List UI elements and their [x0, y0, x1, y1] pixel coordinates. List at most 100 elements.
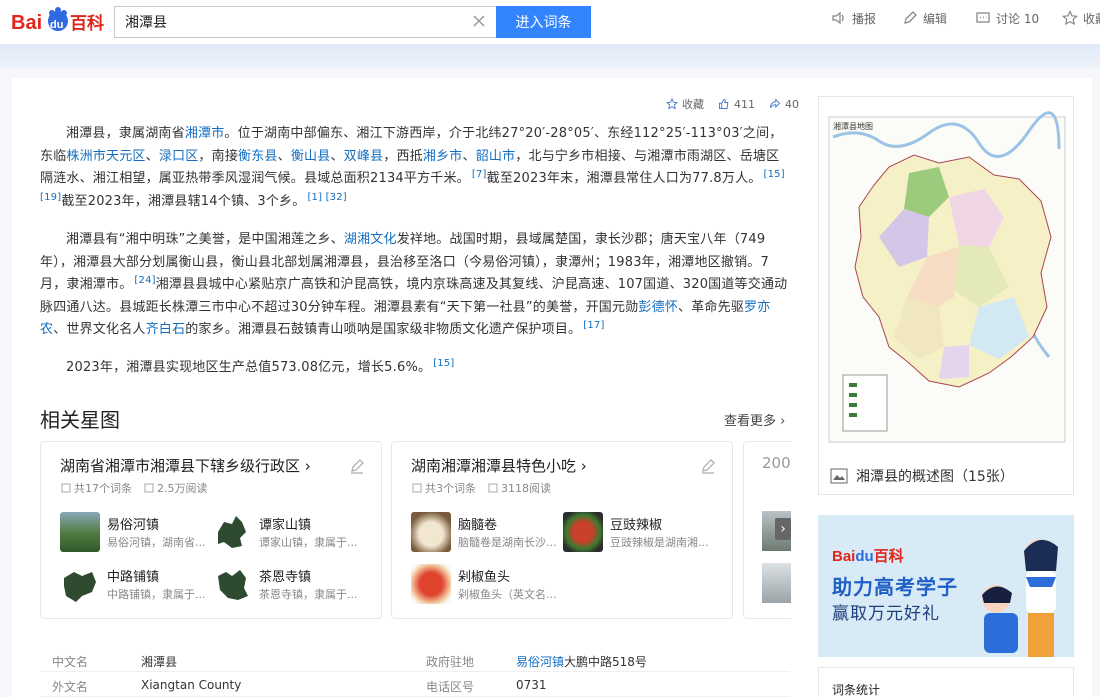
edit-button[interactable]: 编辑	[902, 9, 947, 27]
summary-paragraph-3: 2023年，湘潭县实现地区生产总值573.08亿元，增长5.6%。 [15]	[40, 357, 792, 381]
info-value: 0731	[516, 678, 547, 692]
broadcast-button[interactable]: 播报	[831, 9, 876, 27]
pencil-icon[interactable]	[700, 458, 716, 474]
citation-ref[interactable]: [17]	[583, 320, 604, 331]
edit-label: 编辑	[923, 11, 948, 26]
list-item[interactable]: 易俗河镇 易俗河镇，湖南省...	[60, 512, 210, 552]
overview-map-card[interactable]: 湘潭县地图	[818, 96, 1074, 495]
entry-link[interactable]: 株洲市天元区	[66, 149, 145, 164]
book-icon	[488, 483, 498, 493]
paragraph-text: 、	[330, 148, 344, 164]
paragraph-text: 湘潭县，隶属湖南省	[66, 126, 185, 141]
map-title: 湘潭县地图	[833, 121, 873, 131]
list-item[interactable]: 剁椒鱼头 剁椒鱼头（英文名...	[411, 564, 561, 604]
item-name: 茶恩寺镇	[259, 570, 312, 585]
list-item[interactable]: 中路铺镇 中路铺镇，隶属于...	[60, 564, 210, 604]
entry-link[interactable]: 彭德怀	[638, 300, 678, 315]
entry-count: 共17个词条	[61, 480, 132, 496]
map-caption[interactable]: 湘潭县的概述图（15张）	[830, 466, 1014, 486]
thumbnail-image	[60, 512, 100, 552]
related-card-admin[interactable]: 湖南省湘潭市湘潭县下辖乡级行政区 › 共17个词条 2.5万阅读 易俗河镇 易俗…	[40, 441, 382, 619]
read-count-text: 3118阅读	[501, 482, 551, 495]
thumbnail-image	[762, 563, 791, 603]
pencil-icon[interactable]	[349, 458, 365, 474]
speaker-icon	[832, 11, 844, 25]
next-arrow-button[interactable]: ›	[775, 518, 791, 540]
info-link[interactable]: 易俗河镇	[516, 655, 564, 669]
discuss-label: 讨论 10	[996, 11, 1040, 26]
info-value: 湘潭县	[141, 655, 178, 669]
county-map[interactable]: 湘潭县地图	[819, 97, 1075, 447]
summary-paragraph-2: 湘潭县有“湘中明珠”之美誉，是中国湘莲之乡、湖湘文化发祥地。战国时期，县域属楚国…	[40, 229, 792, 344]
item-name: 脑髓卷	[458, 518, 498, 533]
thumbs-up-icon	[719, 99, 729, 109]
list-item[interactable]: 脑髓卷 脑髓卷是湖南长沙...	[411, 512, 561, 552]
chevron-right-icon: ›	[780, 521, 786, 537]
logo-du: du	[50, 19, 63, 31]
entry-link[interactable]: 湖湘文化	[344, 232, 397, 247]
chevron-right-icon: ›	[580, 457, 587, 475]
card-title[interactable]: 湖南省湘潭市湘潭县下辖乡级行政区 ›	[60, 455, 311, 476]
entry-link[interactable]: 湘乡市	[423, 149, 463, 164]
entry-link[interactable]: 衡山县	[291, 149, 331, 164]
share-button[interactable]: 40	[769, 98, 799, 111]
map-caption-text: 湘潭县的概述图（15张）	[856, 469, 1014, 485]
list-item[interactable]: 豆豉辣椒 豆豉辣椒是湖南湘...	[563, 512, 713, 552]
like-button[interactable]: 411	[718, 98, 755, 111]
paragraph-text: ，西抵	[383, 148, 423, 164]
share-count: 40	[785, 97, 799, 111]
list-item[interactable]: 谭家山镇 谭家山镇，隶属于...	[212, 512, 362, 552]
discuss-button[interactable]: 讨论 10	[975, 9, 1039, 27]
entry-link[interactable]: 湘潭市	[185, 126, 225, 141]
paragraph-text: 、	[462, 148, 476, 164]
entry-stats-panel: 词条统计	[818, 667, 1074, 697]
top-header: Bai du 百科 进入词条 播报 编辑 讨论 10 收藏	[0, 0, 1100, 44]
citation-ref[interactable]: [7]	[472, 169, 487, 180]
item-name: 豆豉辣椒	[610, 518, 663, 533]
map-thumbnail	[212, 564, 252, 604]
ad-logo-text: 百科	[873, 548, 904, 565]
item-desc: 脑髓卷是湖南长沙...	[458, 536, 557, 549]
info-key: 中文名	[52, 655, 89, 669]
search-input[interactable]	[115, 7, 455, 37]
entry-link[interactable]: 齐白石	[146, 322, 186, 337]
entry-link[interactable]: 渌口区	[159, 149, 199, 164]
collect-button[interactable]: 收藏	[666, 96, 704, 112]
paragraph-text: 、世界文化名人	[53, 322, 146, 337]
item-desc: 豆豉辣椒是湖南湘...	[610, 536, 709, 549]
star-icon	[1062, 10, 1078, 26]
read-count-text: 2.5万阅读	[157, 482, 208, 495]
comment-icon	[976, 12, 990, 23]
info-key: 外文名	[52, 680, 89, 694]
card-title-text: 湖南湘潭湘潭县特色小吃	[411, 457, 577, 475]
card-title[interactable]: 湖南湘潭湘潭县特色小吃 ›	[411, 455, 587, 476]
related-card-snacks[interactable]: 湖南湘潭湘潭县特色小吃 › 共3个词条 3118阅读 脑髓卷 脑髓卷是湖南长沙.…	[391, 441, 733, 619]
view-more-link[interactable]: 查看更多 ›	[724, 410, 785, 429]
item-desc: 易俗河镇，湖南省...	[107, 536, 206, 549]
search-box	[114, 6, 497, 38]
logo-bai: Bai	[11, 12, 42, 34]
enter-entry-button[interactable]: 进入词条	[496, 6, 591, 38]
logo-baike: 百科	[70, 13, 104, 34]
food-thumbnail	[563, 512, 603, 552]
citation-ref[interactable]: [15]	[433, 358, 454, 369]
entry-link[interactable]: 双峰县	[344, 149, 384, 164]
info-value: Xiangtan County	[141, 678, 242, 692]
stats-title: 词条统计	[832, 683, 881, 697]
citation-ref[interactable]: [1] [32]	[307, 192, 346, 203]
entry-link[interactable]: 韶山市	[476, 149, 516, 164]
info-row: 中文名 湘潭县 政府驻地 易俗河镇大鹏中路518号	[40, 648, 790, 672]
info-key: 政府驻地	[426, 655, 475, 669]
ad-subline: 赢取万元好礼	[832, 604, 940, 624]
info-key: 电话区号	[426, 680, 475, 694]
entry-link[interactable]: 衡东县	[238, 149, 278, 164]
clear-icon[interactable]	[471, 13, 487, 29]
favorite-button[interactable]: 收藏	[1062, 9, 1100, 27]
list-item[interactable]: 茶恩寺镇 茶恩寺镇，隶属于...	[212, 564, 362, 604]
baike-logo[interactable]: Bai du 百科	[11, 7, 107, 35]
item-desc: 中路铺镇，隶属于...	[107, 588, 206, 601]
gaokao-ad-banner[interactable]: Baidu百科 助力高考学子 赢取万元好礼	[818, 515, 1074, 657]
entry-count: 共3个词条	[412, 480, 476, 496]
citation-ref[interactable]: [24]	[134, 275, 155, 286]
paragraph-text: ，南接	[198, 148, 239, 164]
